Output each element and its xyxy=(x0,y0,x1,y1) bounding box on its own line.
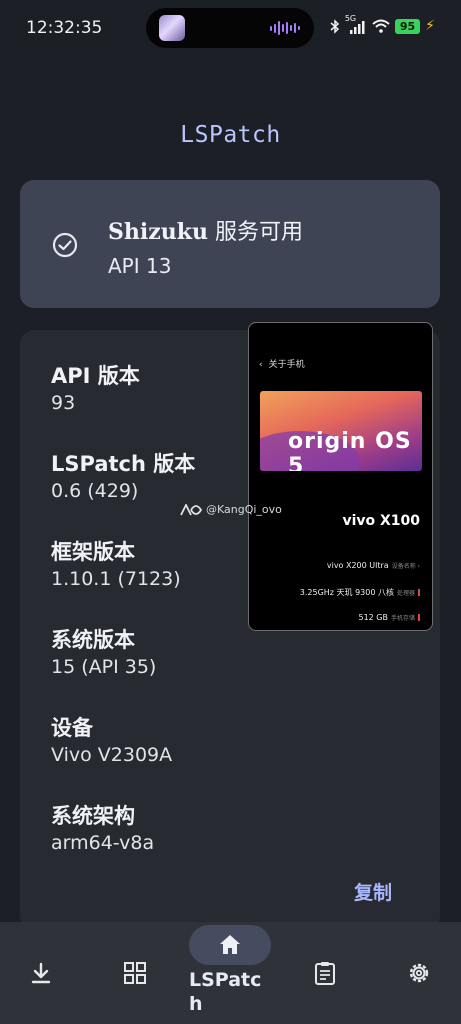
os-logo: origin OS 5 xyxy=(288,429,412,471)
info-label: 框架版本 xyxy=(51,540,135,564)
info-item-device: 设备 Vivo V2309A xyxy=(51,714,172,768)
nav-item-download[interactable] xyxy=(12,922,70,1024)
info-item-architecture: 系统架构 arm64-v8a xyxy=(51,802,154,856)
info-label: 设备 xyxy=(51,716,93,740)
info-label: 系统架构 xyxy=(51,804,135,828)
info-item-system-version: 系统版本 15 (API 35) xyxy=(51,626,156,680)
overlay-row-device-name[interactable]: vivo X200 Ultra 设备名称 › xyxy=(327,561,420,570)
info-value: 15 (API 35) xyxy=(51,656,157,678)
bluetooth-icon xyxy=(330,18,339,34)
status-icons: 5G 95 ⚡ xyxy=(330,14,435,34)
about-phone-overlay[interactable]: ‹ 关于手机 origin OS 5 vivo X100 vivo X200 Ul… xyxy=(248,322,433,631)
info-item-framework-version: 框架版本 1.10.1 (7123) xyxy=(51,538,181,592)
status-time: 12:32:35 xyxy=(26,18,103,38)
overlay-row-storage: 512 GB 手机存储 xyxy=(358,613,420,622)
clipboard-icon xyxy=(315,962,335,985)
info-value: Vivo V2309A xyxy=(51,744,173,766)
shizuku-status-text: 服务可用 xyxy=(207,220,303,245)
info-value: arm64-v8a xyxy=(51,832,155,854)
download-icon xyxy=(31,962,51,984)
grid-icon xyxy=(124,962,146,984)
status-bar: 12:32:35 5G 95 ⚡ xyxy=(0,0,461,58)
watermark-logo-icon xyxy=(180,503,202,515)
watermark: @KangQi_ovo xyxy=(180,503,282,516)
info-value: 1.10.1 (7123) xyxy=(51,568,181,590)
nav-item-logs[interactable] xyxy=(296,922,354,1024)
dynamic-island[interactable] xyxy=(146,8,314,48)
overlay-title: 关于手机 xyxy=(268,360,305,370)
shizuku-brand: Shizuku xyxy=(108,219,208,245)
shizuku-status: Shizuku 服务可用 xyxy=(108,214,303,246)
check-circle-icon xyxy=(52,232,78,258)
overlay-row-processor: 3.25GHz 天玑 9300 八核 处理器 xyxy=(300,587,420,598)
overlay-header: ‹ 关于手机 xyxy=(259,357,305,370)
info-label: API 版本 xyxy=(51,364,140,388)
back-icon[interactable]: ‹ xyxy=(259,360,263,370)
info-label: LSPatch 版本 xyxy=(51,452,196,476)
wifi-icon xyxy=(372,19,390,33)
nav-item-settings[interactable] xyxy=(390,922,448,1024)
nav-label-home[interactable]: LSPatch xyxy=(189,968,271,1016)
info-value: 0.6 (429) xyxy=(51,480,139,502)
os-banner: origin OS 5 xyxy=(260,391,422,471)
shizuku-api: API 13 xyxy=(108,254,172,278)
overlay-model: vivo X100 xyxy=(342,513,420,529)
island-avatar-icon xyxy=(159,15,185,41)
signal-icon xyxy=(349,20,365,34)
battery-level: 95 xyxy=(394,18,421,34)
info-item-api-version: API 版本 93 xyxy=(51,362,140,416)
nav-active-indicator[interactable] xyxy=(189,925,271,965)
info-item-lspatch-version: LSPatch 版本 0.6 (429) xyxy=(51,450,195,504)
nav-item-modules[interactable] xyxy=(106,922,164,1024)
page-title: LSPatch xyxy=(180,122,281,148)
bottom-nav: LSPatch xyxy=(0,922,461,1024)
gear-icon xyxy=(409,963,429,983)
watermark-text: @KangQi_ovo xyxy=(206,503,282,516)
shizuku-status-card[interactable]: Shizuku 服务可用 API 13 xyxy=(20,180,440,308)
info-label: 系统版本 xyxy=(51,628,135,652)
charging-bolt-icon: ⚡ xyxy=(425,18,435,34)
audio-wave-icon xyxy=(270,20,300,36)
home-icon xyxy=(220,935,240,954)
copy-button[interactable]: 复制 xyxy=(354,878,392,905)
info-value: 93 xyxy=(51,392,76,414)
